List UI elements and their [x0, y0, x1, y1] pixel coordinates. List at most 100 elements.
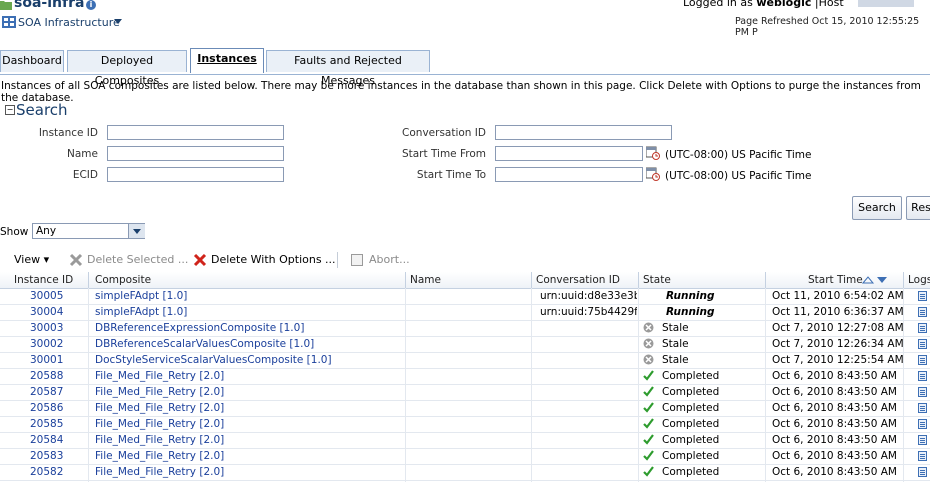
log-icon[interactable]	[918, 403, 927, 413]
info-icon[interactable]: i	[86, 0, 96, 10]
tab-instances[interactable]: Instances	[190, 48, 264, 73]
abort-button[interactable]: Abort...	[369, 253, 410, 266]
collapse-icon[interactable]: −	[5, 105, 15, 115]
check-icon	[643, 466, 654, 477]
instance-id-link[interactable]: 20582	[30, 466, 63, 478]
composite-link[interactable]: simpleFAdpt [1.0]	[95, 306, 187, 318]
tab-faults-and-rejected-messages[interactable]: Faults and Rejected Messages	[266, 50, 430, 87]
composite-link[interactable]: DBReferenceExpressionComposite [1.0]	[95, 322, 304, 334]
column-divider	[88, 272, 89, 288]
calendar-icon[interactable]	[646, 167, 660, 181]
timezone-text: (UTC-08:00) US Pacific Time	[665, 149, 812, 161]
start-time-to-input[interactable]	[495, 167, 643, 182]
start-time: Oct 6, 2010 8:43:50 AM	[772, 418, 897, 430]
name-input[interactable]	[107, 146, 284, 161]
column-logs[interactable]: Logs	[908, 274, 930, 286]
log-icon[interactable]	[918, 467, 927, 477]
log-icon[interactable]	[918, 387, 927, 397]
instance-id-link[interactable]: 30003	[30, 322, 63, 334]
instance-id-link[interactable]: 30005	[30, 290, 63, 302]
instance-id-link[interactable]: 30002	[30, 338, 63, 350]
instance-state: Completed	[662, 402, 720, 414]
page-refreshed-text: Page Refreshed Oct 15, 2010 12:55:25 PM …	[735, 16, 920, 38]
instance-id-link[interactable]: 30001	[30, 354, 63, 366]
composite-link[interactable]: DocStyleServiceScalarValuesComposite [1.…	[95, 354, 332, 366]
instance-id-link[interactable]: 20587	[30, 386, 63, 398]
stale-icon	[643, 354, 654, 365]
instance-id-link[interactable]: 30004	[30, 306, 63, 318]
log-icon[interactable]	[918, 355, 927, 365]
start-time: Oct 7, 2010 12:26:34 AM	[772, 338, 904, 350]
view-label: View	[14, 253, 41, 266]
start-time: Oct 6, 2010 8:43:50 AM	[772, 386, 897, 398]
delete-selected-button[interactable]: Delete Selected ...	[87, 253, 188, 266]
log-icon[interactable]	[918, 307, 927, 317]
instance-id-link[interactable]: 20585	[30, 418, 63, 430]
instance-state: Completed	[662, 370, 720, 382]
log-icon[interactable]	[918, 339, 927, 349]
log-icon[interactable]	[918, 291, 927, 301]
logged-in-prefix: Logged in as	[683, 0, 753, 9]
composite-link[interactable]: File_Med_File_Retry [2.0]	[95, 402, 224, 414]
check-icon	[643, 450, 654, 461]
search-section-title: Search	[16, 101, 68, 119]
stale-icon	[643, 338, 654, 349]
start-time-from-input[interactable]	[495, 146, 643, 161]
composite-link[interactable]: File_Med_File_Retry [2.0]	[95, 450, 224, 462]
instance-state: Running	[666, 290, 715, 302]
column-instance-id[interactable]: Instance ID	[14, 274, 73, 286]
host-label: Host	[818, 0, 844, 9]
instance-id-link[interactable]: 20586	[30, 402, 63, 414]
sort-icon[interactable]	[862, 275, 890, 285]
ecid-input[interactable]	[107, 167, 284, 182]
log-icon[interactable]	[918, 323, 927, 333]
delete-with-options-button[interactable]: Delete With Options ...	[211, 253, 336, 266]
calendar-icon[interactable]	[646, 146, 660, 160]
reset-button[interactable]: Res	[906, 196, 930, 220]
check-icon	[643, 418, 654, 429]
column-state[interactable]: State	[643, 274, 671, 286]
instance-id-input[interactable]	[107, 125, 284, 140]
log-icon[interactable]	[918, 371, 927, 381]
conversation-id-input[interactable]	[495, 125, 672, 140]
delete-icon	[69, 253, 83, 267]
composite-link[interactable]: File_Med_File_Retry [2.0]	[95, 466, 224, 478]
instance-state: Completed	[662, 386, 720, 398]
composite-link[interactable]: File_Med_File_Retry [2.0]	[95, 386, 224, 398]
timezone-text: (UTC-08:00) US Pacific Time	[665, 170, 812, 182]
soa-infrastructure-menu[interactable]: SOA Infrastructure	[18, 16, 120, 29]
instance-id-link[interactable]: 20583	[30, 450, 63, 462]
composite-link[interactable]: File_Med_File_Retry [2.0]	[95, 418, 224, 430]
search-button[interactable]: Search	[852, 196, 902, 220]
instance-id-link[interactable]: 20588	[30, 370, 63, 382]
start-time: Oct 7, 2010 12:25:54 AM	[772, 354, 904, 366]
view-menu[interactable]: View ▾	[14, 253, 49, 266]
check-icon	[643, 402, 654, 413]
instance-id-label: Instance ID	[38, 127, 98, 139]
column-divider	[638, 272, 639, 288]
user-name[interactable]: weblogic	[756, 0, 811, 9]
log-icon[interactable]	[918, 419, 927, 429]
column-start-time[interactable]: Start Time	[808, 274, 863, 286]
log-icon[interactable]	[918, 451, 927, 461]
start-time: Oct 6, 2010 8:43:50 AM	[772, 402, 897, 414]
column-composite[interactable]: Composite	[95, 274, 151, 286]
composite-link[interactable]: File_Med_File_Retry [2.0]	[95, 434, 224, 446]
chevron-down-icon[interactable]	[114, 19, 122, 24]
composite-link[interactable]: DBReferenceScalarValuesComposite [1.0]	[95, 338, 314, 350]
conversation-id: urn:uuid:75b4429f-(	[540, 306, 637, 318]
start-time: Oct 6, 2010 8:43:50 AM	[772, 434, 897, 446]
column-name[interactable]: Name	[410, 274, 441, 286]
show-label: Show	[0, 226, 29, 238]
composite-link[interactable]: simpleFAdpt [1.0]	[95, 290, 187, 302]
chevron-down-icon[interactable]	[128, 224, 145, 238]
column-conversation-id[interactable]: Conversation ID	[536, 274, 620, 286]
composite-link[interactable]: File_Med_File_Retry [2.0]	[95, 370, 224, 382]
info-text: Instances of all SOA composites are list…	[1, 80, 921, 104]
tab-deployed-composites[interactable]: Deployed Composites	[67, 50, 187, 87]
tab-dashboard[interactable]: Dashboard	[0, 50, 64, 72]
folder-icon	[0, 1, 12, 10]
log-icon[interactable]	[918, 435, 927, 445]
instance-state: Running	[666, 306, 715, 318]
instance-id-link[interactable]: 20584	[30, 434, 63, 446]
